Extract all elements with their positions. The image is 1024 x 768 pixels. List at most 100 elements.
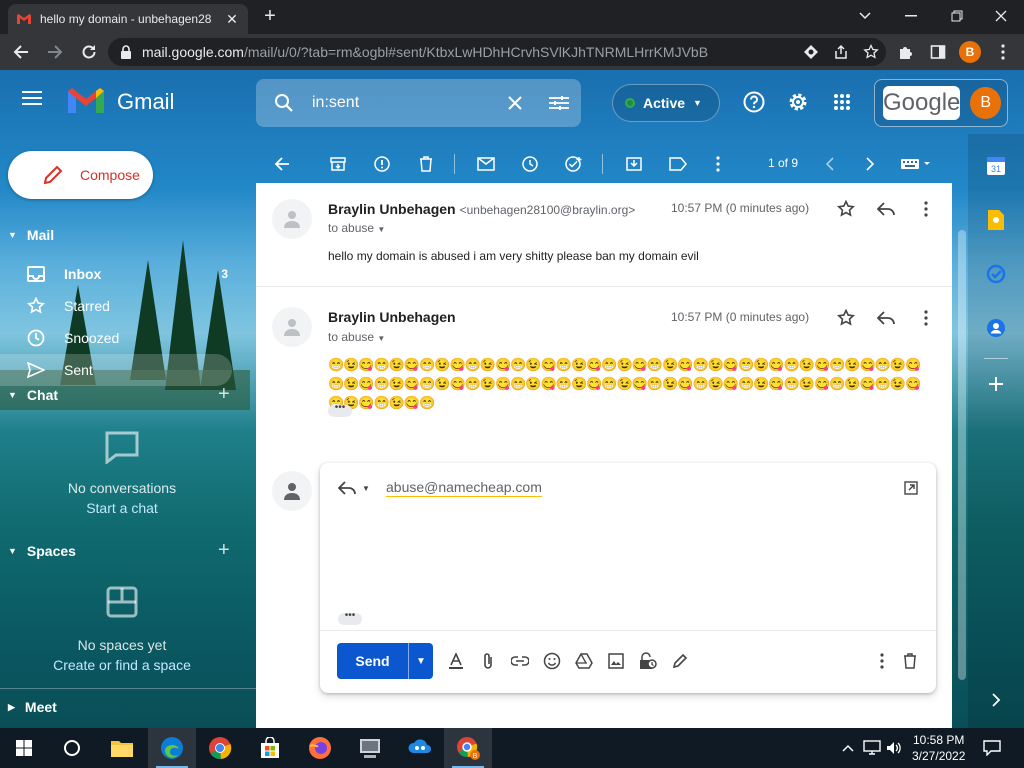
create-space-link[interactable]: Create or find a space bbox=[0, 657, 244, 673]
recipient-line[interactable]: to abuse ▼ bbox=[328, 221, 385, 235]
recipient-line[interactable]: to abuse ▼ bbox=[328, 330, 385, 344]
recipient-field[interactable]: abuse@namecheap.com bbox=[386, 479, 542, 497]
system-tool-icon[interactable] bbox=[346, 728, 394, 768]
back-to-list-icon[interactable] bbox=[268, 150, 296, 178]
address-bar[interactable]: mail.google.com/mail/u/0/?tab=rm&ogbl#se… bbox=[108, 38, 886, 66]
hide-side-panel-chevron-icon[interactable] bbox=[984, 688, 1008, 712]
network-icon[interactable] bbox=[862, 738, 882, 758]
search-input[interactable]: in:sent bbox=[312, 94, 493, 112]
profile-avatar[interactable]: B bbox=[957, 40, 983, 64]
confidential-mode-icon[interactable] bbox=[636, 649, 660, 673]
meet-section-header[interactable]: ▶ Meet bbox=[8, 699, 57, 715]
extensions-puzzle-icon[interactable] bbox=[893, 40, 919, 64]
new-tab-button[interactable]: + bbox=[258, 6, 282, 28]
edge-browser-icon[interactable] bbox=[148, 728, 196, 768]
volume-icon[interactable] bbox=[884, 738, 904, 758]
browser-tab[interactable]: hello my domain - unbehagen28 ✕ bbox=[8, 4, 248, 34]
insert-emoji-icon[interactable] bbox=[540, 649, 564, 673]
restore-button[interactable] bbox=[942, 4, 972, 28]
calendar-icon[interactable]: 31 bbox=[984, 154, 1008, 178]
sidebar-item-snoozed[interactable]: Snoozed bbox=[0, 322, 240, 354]
search-icon[interactable] bbox=[256, 79, 312, 127]
reply-type-icon[interactable]: ▼ bbox=[338, 481, 370, 495]
main-menu-icon[interactable] bbox=[22, 90, 50, 114]
insert-photo-icon[interactable] bbox=[604, 649, 628, 673]
contacts-icon[interactable] bbox=[984, 316, 1008, 340]
google-apps-icon[interactable] bbox=[828, 88, 856, 116]
forward-arrow-icon[interactable] bbox=[40, 37, 70, 67]
eye-icon[interactable] bbox=[796, 38, 826, 66]
sender-avatar-icon[interactable] bbox=[272, 199, 312, 239]
show-trimmed-content-button[interactable]: ••• bbox=[338, 611, 362, 625]
help-icon[interactable] bbox=[740, 88, 768, 116]
sender-name[interactable]: Braylin Unbehagen <unbehagen28100@braylin… bbox=[328, 201, 635, 217]
label-icon[interactable] bbox=[664, 150, 692, 178]
input-tools-keyboard-icon[interactable] bbox=[896, 150, 936, 178]
attach-file-icon[interactable] bbox=[476, 649, 500, 673]
reply-type-caret-icon[interactable]: ▼ bbox=[362, 484, 370, 493]
sender-avatar-icon[interactable] bbox=[272, 307, 312, 347]
report-spam-icon[interactable] bbox=[368, 150, 396, 178]
send-options-chevron-icon[interactable]: ▼ bbox=[409, 643, 433, 679]
insert-signature-icon[interactable] bbox=[668, 649, 692, 673]
compose-more-options-icon[interactable] bbox=[870, 649, 894, 673]
reply-icon[interactable] bbox=[874, 197, 898, 221]
mark-unread-icon[interactable] bbox=[472, 150, 500, 178]
share-icon[interactable] bbox=[826, 38, 856, 66]
sidebar-item-sent[interactable]: Sent bbox=[0, 354, 232, 386]
new-chat-plus-icon[interactable]: + bbox=[218, 383, 230, 406]
recipient-details-caret-icon[interactable]: ▼ bbox=[377, 225, 385, 234]
tasks-icon[interactable] bbox=[984, 262, 1008, 286]
lock-icon[interactable] bbox=[120, 45, 132, 59]
recipient-details-caret-icon[interactable]: ▼ bbox=[377, 334, 385, 343]
move-to-icon[interactable] bbox=[620, 150, 648, 178]
gmail-wordmark[interactable]: Gmail bbox=[117, 89, 174, 115]
delete-icon[interactable] bbox=[412, 150, 440, 178]
search-bar[interactable]: in:sent bbox=[256, 79, 581, 127]
system-clock[interactable]: 10:58 PM 3/27/2022 bbox=[912, 732, 965, 764]
file-explorer-icon[interactable] bbox=[98, 728, 146, 768]
chrome-profile-icon[interactable]: B bbox=[444, 728, 492, 768]
spaces-section-header[interactable]: ▼ Spaces bbox=[8, 543, 76, 559]
microsoft-store-icon[interactable] bbox=[246, 728, 294, 768]
scrollbar[interactable] bbox=[958, 230, 966, 680]
close-window-button[interactable] bbox=[986, 4, 1016, 28]
mail-section-header[interactable]: ▼ Mail bbox=[8, 227, 54, 243]
get-addons-plus-icon[interactable] bbox=[984, 372, 1008, 396]
new-space-plus-icon[interactable]: + bbox=[218, 539, 230, 562]
minimize-button[interactable] bbox=[896, 4, 926, 28]
pop-out-icon[interactable] bbox=[904, 481, 918, 495]
message-more-icon[interactable] bbox=[914, 306, 938, 330]
bookmark-star-icon[interactable] bbox=[856, 38, 886, 66]
star-icon[interactable] bbox=[834, 306, 858, 330]
sidebar-item-inbox[interactable]: Inbox 3 bbox=[0, 258, 240, 290]
compose-button[interactable]: Compose bbox=[8, 151, 153, 199]
add-task-icon[interactable] bbox=[560, 150, 588, 178]
firefox-icon[interactable] bbox=[296, 728, 344, 768]
notifications-icon[interactable] bbox=[982, 738, 1002, 758]
snooze-clock-icon[interactable] bbox=[516, 150, 544, 178]
sender-name[interactable]: Braylin Unbehagen bbox=[328, 309, 456, 325]
tab-search-icon[interactable] bbox=[850, 4, 880, 28]
reload-icon[interactable] bbox=[74, 37, 104, 67]
reply-body-textarea[interactable] bbox=[338, 511, 918, 601]
start-chat-link[interactable]: Start a chat bbox=[0, 500, 244, 516]
reply-icon[interactable] bbox=[874, 306, 898, 330]
cloud-app-icon[interactable] bbox=[396, 728, 444, 768]
newer-chevron-left-icon[interactable] bbox=[816, 150, 844, 178]
archive-icon[interactable] bbox=[324, 150, 352, 178]
older-chevron-right-icon[interactable] bbox=[856, 150, 884, 178]
show-hidden-icons-chevron-icon[interactable] bbox=[838, 738, 858, 758]
google-account-button[interactable]: Google B bbox=[874, 79, 1008, 127]
google-drive-icon[interactable] bbox=[572, 649, 596, 673]
send-button[interactable]: Send bbox=[337, 643, 409, 679]
gmail-logo-icon[interactable] bbox=[68, 87, 104, 117]
side-panel-icon[interactable] bbox=[925, 40, 951, 64]
browser-menu-icon[interactable] bbox=[990, 40, 1016, 64]
reply-composer[interactable]: ▼ abuse@namecheap.com ••• Send ▼ bbox=[320, 463, 936, 693]
message-more-icon[interactable] bbox=[914, 197, 938, 221]
chat-section-header[interactable]: ▼ Chat bbox=[8, 387, 58, 403]
discard-draft-icon[interactable] bbox=[898, 649, 922, 673]
settings-gear-icon[interactable] bbox=[784, 88, 812, 116]
back-arrow-icon[interactable] bbox=[6, 37, 36, 67]
